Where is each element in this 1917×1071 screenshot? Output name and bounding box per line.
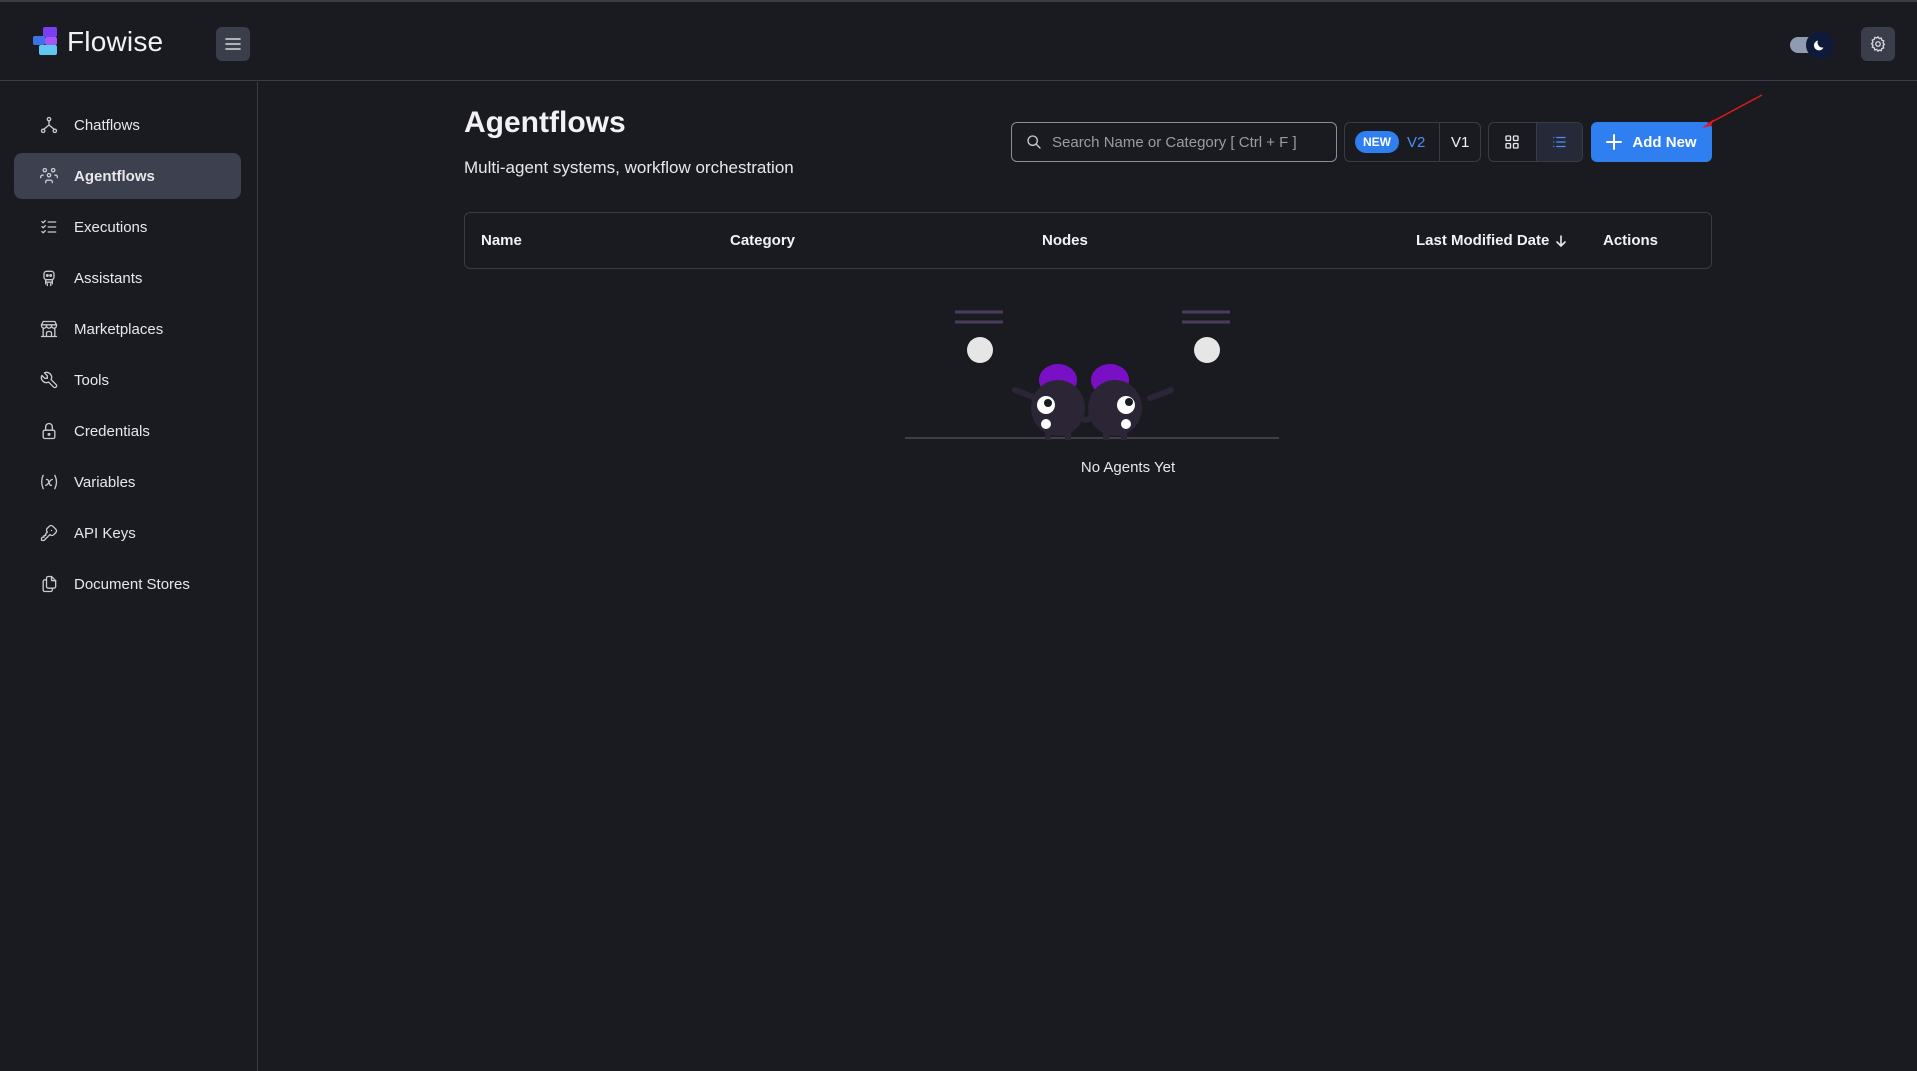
gear-icon xyxy=(1870,35,1886,53)
sidebar-item-marketplaces[interactable]: Marketplaces xyxy=(14,306,241,352)
sidebar-item-agentflows[interactable]: Agentflows xyxy=(14,153,241,199)
sidebar-item-label: Tools xyxy=(74,371,110,389)
grid-icon xyxy=(1505,135,1519,149)
app-name: Flowise xyxy=(67,26,164,57)
dark-mode-toggle[interactable] xyxy=(1786,29,1838,59)
sidebar-item-label: Agentflows xyxy=(74,167,155,185)
hamburger-icon xyxy=(225,38,241,50)
column-header-nodes[interactable]: Nodes xyxy=(1042,232,1088,249)
page-title: Agentflows xyxy=(464,106,626,139)
sidebar-item-label: Chatflows xyxy=(74,116,140,134)
sidebar-item-label: Variables xyxy=(74,473,136,491)
flowise-logo-icon xyxy=(33,27,61,57)
add-new-button[interactable]: Add New xyxy=(1591,122,1712,162)
plus-icon xyxy=(1606,134,1623,150)
sidebar-item-executions[interactable]: Executions xyxy=(14,204,241,250)
sidebar: Chatflows Agentflows Executions Assistan… xyxy=(0,82,258,1071)
page-subtitle: Multi-agent systems, workflow orchestrat… xyxy=(464,158,794,177)
version-toggle: NEW V2 V1 xyxy=(1344,122,1481,162)
column-header-last-modified-label: Last Modified Date xyxy=(1416,232,1550,249)
hierarchy-icon xyxy=(38,114,60,136)
search-icon xyxy=(1027,135,1041,149)
sidebar-item-assistants[interactable]: Assistants xyxy=(14,255,241,301)
column-header-category[interactable]: Category xyxy=(730,232,795,249)
robot-icon xyxy=(38,267,60,289)
app-logo[interactable]: Flowise xyxy=(33,26,163,58)
tool-icon xyxy=(38,369,60,391)
sidebar-item-variables[interactable]: Variables xyxy=(14,459,241,505)
top-bar: Flowise xyxy=(0,0,1917,81)
v2-label: V2 xyxy=(1407,133,1426,151)
sidebar-item-credentials[interactable]: Credentials xyxy=(14,408,241,454)
agentflows-table: Name Category Nodes Last Modified Date A… xyxy=(464,212,1712,269)
users-group-icon xyxy=(38,165,60,187)
sidebar-item-api-keys[interactable]: API Keys xyxy=(14,510,241,556)
lock-icon xyxy=(38,420,60,442)
sidebar-item-tools[interactable]: Tools xyxy=(14,357,241,403)
sidebar-item-label: API Keys xyxy=(74,524,136,542)
sidebar-item-label: Marketplaces xyxy=(74,320,164,338)
variable-icon xyxy=(38,471,60,493)
sidebar-item-label: Credentials xyxy=(74,422,150,440)
new-badge: NEW xyxy=(1355,131,1399,153)
version-v2-button[interactable]: NEW V2 xyxy=(1345,123,1441,161)
column-header-name[interactable]: Name xyxy=(481,232,522,249)
moon-icon xyxy=(1813,40,1824,51)
add-new-label: Add New xyxy=(1632,133,1697,151)
annotation-arrow-icon xyxy=(1702,94,1763,128)
sidebar-item-label: Executions xyxy=(74,218,148,236)
sidebar-item-label: Document Stores xyxy=(74,575,190,593)
column-header-actions: Actions xyxy=(1603,232,1659,249)
arrow-down-icon xyxy=(1556,234,1567,247)
menu-toggle-button[interactable] xyxy=(216,27,250,61)
search-field[interactable] xyxy=(1011,122,1337,162)
card-view-button[interactable] xyxy=(1489,123,1536,161)
version-v1-button[interactable]: V1 xyxy=(1440,134,1480,151)
main-content: Agentflows Multi-agent systems, workflow… xyxy=(258,82,1917,1071)
list-icon xyxy=(1553,136,1566,148)
sidebar-item-label: Assistants xyxy=(74,269,143,287)
key-icon xyxy=(38,522,60,544)
empty-state-message: No Agents Yet xyxy=(1080,459,1176,476)
search-input[interactable] xyxy=(1052,133,1322,151)
sidebar-item-chatflows[interactable]: Chatflows xyxy=(14,102,241,148)
view-toggle xyxy=(1488,122,1583,162)
list-view-button[interactable] xyxy=(1535,123,1582,161)
files-icon xyxy=(38,573,60,595)
list-check-icon xyxy=(38,216,60,238)
sidebar-item-document-stores[interactable]: Document Stores xyxy=(14,561,241,607)
settings-button[interactable] xyxy=(1861,27,1895,61)
store-icon xyxy=(38,318,60,340)
column-header-last-modified[interactable]: Last Modified Date xyxy=(1416,232,1568,249)
